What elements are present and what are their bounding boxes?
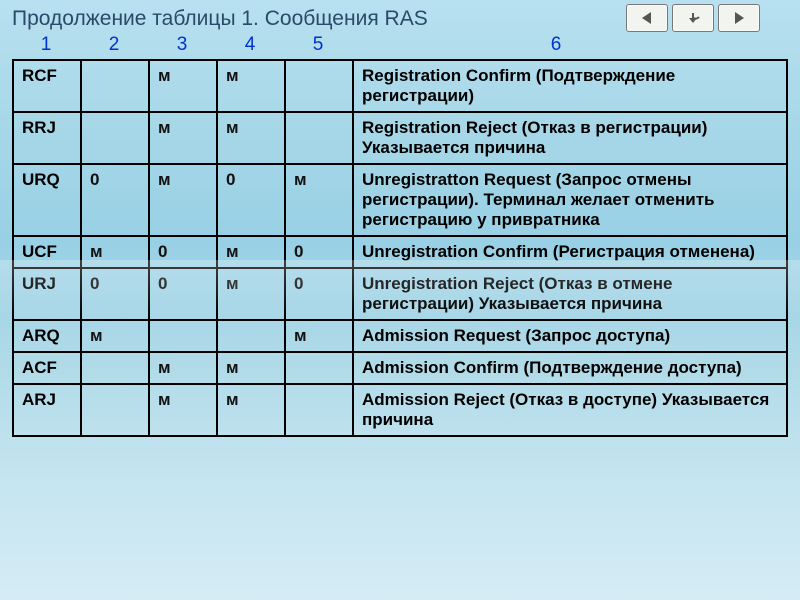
- cell-col2: [81, 60, 149, 112]
- message-description: Unregistratton Request (Запрос отмены ре…: [353, 164, 787, 236]
- table-row: RRJ мм Registration Reject (Отказ в регист…: [13, 112, 787, 164]
- col-header-1: 1: [12, 34, 80, 56]
- nav-next-button[interactable]: [718, 4, 760, 32]
- table-row: UCFм0м0Unregistration Confirm (Регистрац…: [13, 236, 787, 268]
- cell-col5: [285, 352, 353, 384]
- cell-col4: м: [217, 268, 285, 320]
- return-icon: [683, 10, 703, 26]
- triangle-right-icon: [731, 10, 747, 26]
- message-code: RCF: [13, 60, 81, 112]
- table-row: ACF мм Admission Confirm (Подтверждение до…: [13, 352, 787, 384]
- message-code: URQ: [13, 164, 81, 236]
- table-row: RCF мм Registration Confirm (Подтверждение…: [13, 60, 787, 112]
- cell-col5: [285, 60, 353, 112]
- page-title: Продолжение таблицы 1. Сообщения RAS: [12, 7, 626, 31]
- cell-col3: м: [149, 352, 217, 384]
- cell-col4: м: [217, 352, 285, 384]
- cell-col4: 0: [217, 164, 285, 236]
- message-code: RRJ: [13, 112, 81, 164]
- cell-col3: м: [149, 164, 217, 236]
- nav-prev-button[interactable]: [626, 4, 668, 32]
- cell-col5: м: [285, 320, 353, 352]
- col-header-3: 3: [148, 34, 216, 56]
- col-header-4: 4: [216, 34, 284, 56]
- table-row: ARQммAdmission Request (Запрос доступа): [13, 320, 787, 352]
- ras-messages-table: RCFммRegistration Confirm (Подтверждение…: [12, 59, 788, 437]
- message-description: Registration Reject (Отказ в регистрации…: [353, 112, 787, 164]
- cell-col3: м: [149, 112, 217, 164]
- cell-col2: [81, 112, 149, 164]
- cell-col5: м: [285, 164, 353, 236]
- message-description: Registration Confirm (Подтверждение реги…: [353, 60, 787, 112]
- table-row: ARJ мм Admission Reject (Отказ в доступе) …: [13, 384, 787, 436]
- message-code: URJ: [13, 268, 81, 320]
- col-header-5: 5: [284, 34, 352, 56]
- cell-col2: м: [81, 320, 149, 352]
- message-description: Admission Reject (Отказ в доступе) Указы…: [353, 384, 787, 436]
- cell-col4: м: [217, 112, 285, 164]
- col-header-6: 6: [352, 34, 800, 56]
- column-headers: 1 2 3 4 5 6: [0, 32, 800, 59]
- message-description: Admission Confirm (Подтверждение доступа…: [353, 352, 787, 384]
- cell-col5: [285, 384, 353, 436]
- cell-col3: [149, 320, 217, 352]
- cell-col4: [217, 320, 285, 352]
- cell-col5: 0: [285, 236, 353, 268]
- message-description: Admission Request (Запрос доступа): [353, 320, 787, 352]
- cell-col2: м: [81, 236, 149, 268]
- cell-col3: м: [149, 384, 217, 436]
- table-row: URJ00м0Unregistration Reject (Отказ в от…: [13, 268, 787, 320]
- nav-return-button[interactable]: [672, 4, 714, 32]
- col-header-2: 2: [80, 34, 148, 56]
- cell-col5: 0: [285, 268, 353, 320]
- cell-col4: м: [217, 236, 285, 268]
- triangle-left-icon: [639, 10, 655, 26]
- message-description: Unregistration Reject (Отказ в отмене ре…: [353, 268, 787, 320]
- cell-col2: [81, 352, 149, 384]
- cell-col2: 0: [81, 164, 149, 236]
- table-row: URQ0м0мUnregistratton Request (Запрос от…: [13, 164, 787, 236]
- cell-col3: 0: [149, 236, 217, 268]
- cell-col2: 0: [81, 268, 149, 320]
- message-code: UCF: [13, 236, 81, 268]
- message-code: ARQ: [13, 320, 81, 352]
- message-code: ARJ: [13, 384, 81, 436]
- message-description: Unregistration Confirm (Регистрация отме…: [353, 236, 787, 268]
- message-code: ACF: [13, 352, 81, 384]
- cell-col5: [285, 112, 353, 164]
- cell-col2: [81, 384, 149, 436]
- cell-col4: м: [217, 60, 285, 112]
- nav-group: [626, 4, 760, 32]
- cell-col3: м: [149, 60, 217, 112]
- cell-col4: м: [217, 384, 285, 436]
- cell-col3: 0: [149, 268, 217, 320]
